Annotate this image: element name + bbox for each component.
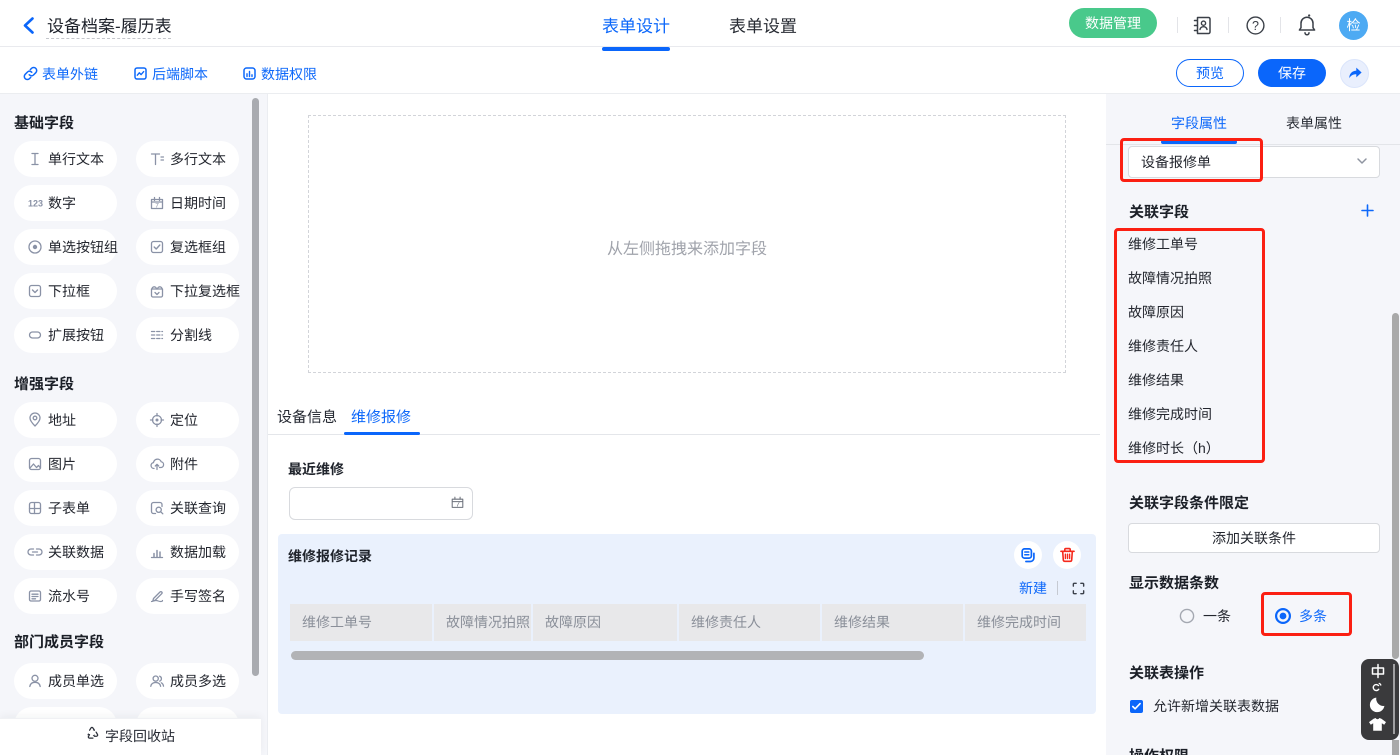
svg-text:7: 7: [155, 203, 159, 210]
svg-text:123: 123: [28, 199, 43, 209]
svg-text:?: ?: [1252, 19, 1259, 33]
svg-text:7: 7: [456, 500, 460, 509]
